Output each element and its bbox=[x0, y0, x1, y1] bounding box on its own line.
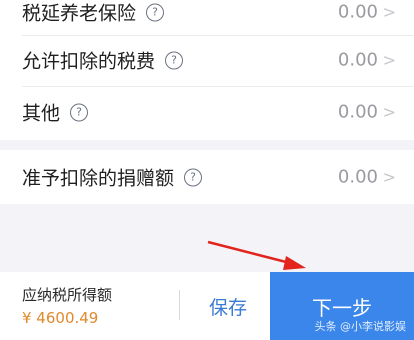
next-step-label: 下一步 bbox=[312, 295, 372, 320]
donation-card: 准予扣除的捐赠额? 0.00 > bbox=[0, 150, 414, 204]
divider bbox=[22, 86, 414, 87]
help-icon[interactable]: ? bbox=[184, 168, 203, 186]
watermark: 头条 @小李说影娱 bbox=[314, 320, 407, 333]
row-value: 0.00 bbox=[337, 166, 378, 188]
help-icon[interactable]: ? bbox=[146, 3, 165, 21]
row-deductible-donation[interactable]: 准予扣除的捐赠额? 0.00 > bbox=[0, 155, 414, 199]
row-allowed-tax-fees[interactable]: 允许扣除的税费? 0.00 > bbox=[0, 38, 414, 82]
deductions-card: 税延养老保险? 0.00 > 允许扣除的税费? 0.00 > 其他? 0.00 … bbox=[0, 0, 414, 140]
help-icon[interactable]: ? bbox=[165, 51, 184, 69]
row-label: 允许扣除的税费? bbox=[22, 47, 184, 74]
row-other[interactable]: 其他? 0.00 > bbox=[0, 90, 414, 134]
chevron-right-icon: > bbox=[382, 167, 396, 187]
vertical-divider bbox=[179, 290, 180, 320]
divider bbox=[22, 35, 414, 36]
row-label: 税延养老保险? bbox=[22, 0, 165, 26]
row-label: 准予扣除的捐赠额? bbox=[22, 164, 203, 191]
chevron-right-icon: > bbox=[382, 50, 396, 70]
chevron-right-icon: > bbox=[382, 2, 396, 22]
row-label: 其他? bbox=[22, 99, 89, 126]
row-value: 0.00 bbox=[337, 1, 378, 23]
taxable-income-label: 应纳税所得额 bbox=[22, 286, 113, 304]
taxable-income-amount: ¥ 4600.49 bbox=[22, 309, 99, 327]
row-value: 0.00 bbox=[337, 49, 378, 71]
next-step-button[interactable]: 下一步 头条 @小李说影娱 bbox=[270, 272, 414, 340]
row-tax-deferred-pension[interactable]: 税延养老保险? 0.00 > bbox=[0, 0, 414, 34]
save-button[interactable]: 保存 bbox=[188, 272, 268, 340]
chevron-right-icon: > bbox=[382, 102, 396, 122]
arrow-head bbox=[283, 256, 306, 270]
row-value: 0.00 bbox=[337, 101, 378, 123]
arrow-shaft bbox=[207, 240, 291, 265]
help-icon[interactable]: ? bbox=[70, 103, 89, 121]
